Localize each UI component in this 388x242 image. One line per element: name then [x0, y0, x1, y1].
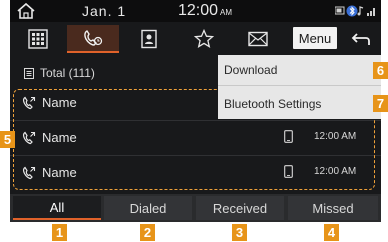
status-ampm: AM — [220, 8, 233, 17]
filter-all[interactable]: All — [13, 196, 101, 220]
callout-2: 2 — [140, 224, 155, 241]
music-note-icon — [359, 6, 364, 14]
list-document-icon — [24, 67, 34, 79]
status-indicators — [334, 4, 377, 18]
callout-4: 4 — [324, 224, 339, 241]
callout-3: 3 — [232, 224, 247, 241]
total-count: Total (111) — [24, 66, 95, 80]
home-button[interactable] — [14, 1, 38, 21]
phone-tab-bar: Menu — [10, 25, 381, 54]
menu-dropdown: Download Bluetooth Settings — [218, 55, 381, 119]
tab-call-history[interactable] — [67, 25, 119, 53]
status-bar: Jan. 1 12:00 AM — [10, 0, 381, 22]
contacts-icon — [141, 29, 157, 49]
home-icon — [17, 2, 35, 19]
status-clock: 12:00 AM — [178, 2, 232, 20]
status-date: Jan. 1 — [82, 3, 127, 19]
status-time-value: 12:00 — [178, 2, 219, 19]
menu-button[interactable]: Menu — [293, 27, 337, 49]
infotainment-screen: Jan. 1 12:00 AM Menu Total (111) Name Na… — [10, 0, 381, 222]
signal-icon — [367, 8, 375, 16]
call-history-icon — [84, 30, 103, 46]
callout-6: 6 — [373, 62, 388, 79]
call-filter-bar: All Dialed Received Missed — [10, 194, 381, 222]
filter-received[interactable]: Received — [196, 196, 284, 220]
tab-favorites[interactable] — [182, 25, 226, 53]
keypad-icon — [28, 29, 48, 49]
back-arrow-icon — [351, 33, 370, 45]
filter-missed[interactable]: Missed — [288, 196, 378, 220]
filter-dialed[interactable]: Dialed — [104, 196, 192, 220]
menu-item-bluetooth-settings[interactable]: Bluetooth Settings — [218, 88, 381, 119]
back-button[interactable] — [346, 25, 376, 53]
favorites-star-icon — [194, 29, 214, 48]
messages-envelope-icon — [248, 31, 268, 47]
callout-5: 5 — [0, 131, 15, 148]
tab-keypad[interactable] — [16, 25, 60, 53]
callout-1: 1 — [52, 224, 67, 241]
callout-7: 7 — [373, 95, 388, 112]
tab-contacts[interactable] — [127, 25, 171, 53]
tab-messages[interactable] — [236, 25, 280, 53]
menu-item-download[interactable]: Download — [218, 55, 381, 86]
total-label: Total (111) — [40, 66, 95, 80]
